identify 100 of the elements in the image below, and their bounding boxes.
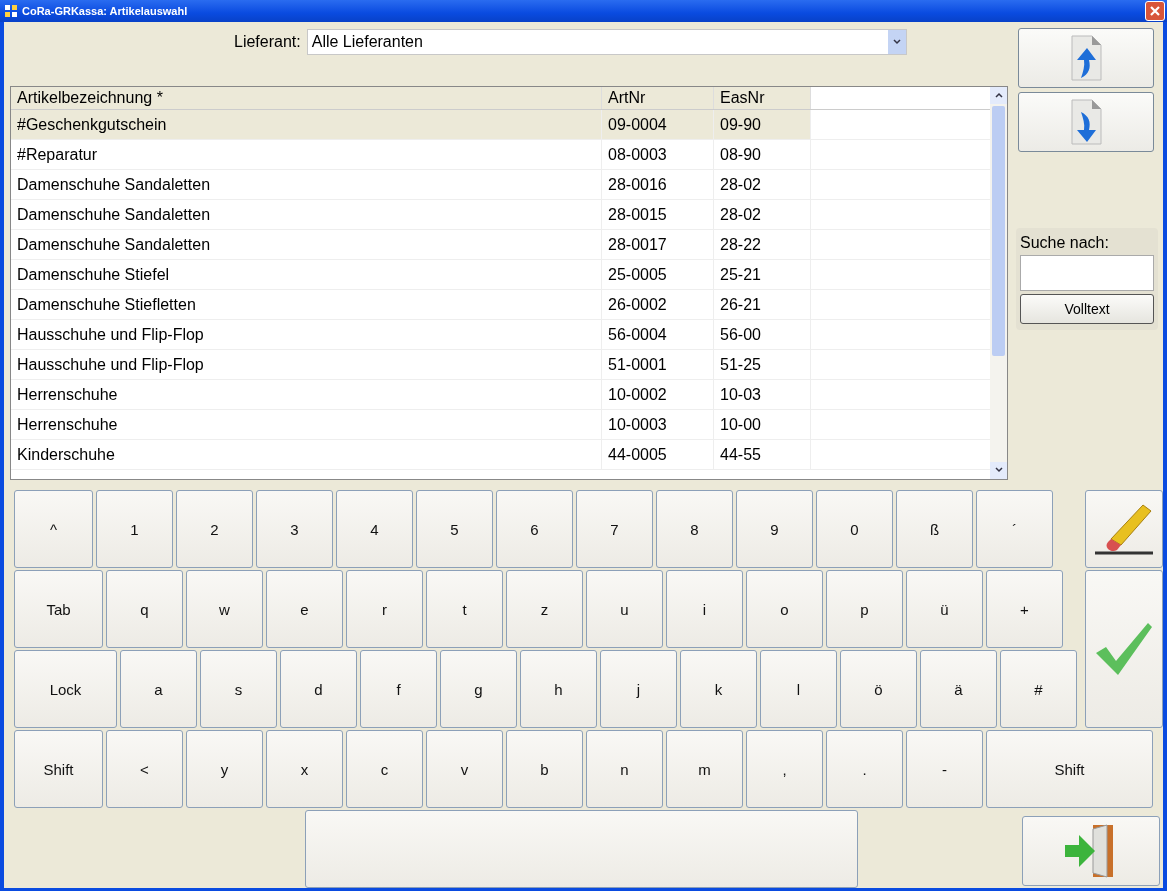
- table-cell: #Reparatur: [11, 139, 602, 169]
- keyboard-key[interactable]: 5: [416, 490, 493, 568]
- scroll-thumb[interactable]: [992, 105, 1005, 356]
- keyboard-key[interactable]: <: [106, 730, 183, 808]
- keyboard-key[interactable]: r: [346, 570, 423, 648]
- close-icon: [1149, 4, 1161, 17]
- scrollbar[interactable]: [990, 86, 1007, 479]
- keyboard-key[interactable]: 8: [656, 490, 733, 568]
- table-cell: Kinderschuhe: [11, 439, 602, 469]
- table-row[interactable]: Damenschuhe Stiefel 25-0005 25-21: [11, 259, 990, 290]
- keyboard-key[interactable]: Shift: [986, 730, 1153, 808]
- table-cell: Hausschuhe und Flip-Flop: [11, 349, 602, 379]
- keyboard-key[interactable]: u: [586, 570, 663, 648]
- keyboard-key[interactable]: m: [666, 730, 743, 808]
- keyboard-key[interactable]: b: [506, 730, 583, 808]
- table-cell: #Geschenkgutschein: [11, 109, 602, 139]
- keyboard-key[interactable]: x: [266, 730, 343, 808]
- table-row[interactable]: Herrenschuhe 10-0003 10-00: [11, 409, 990, 440]
- search-label: Suche nach:: [1020, 233, 1110, 252]
- page-down-button[interactable]: [1018, 91, 1154, 152]
- keyboard-key[interactable]: ö: [840, 650, 917, 728]
- keyboard-key[interactable]: ^: [14, 490, 93, 568]
- exit-button[interactable]: [1022, 816, 1160, 886]
- table-cell: 25-0005: [602, 259, 714, 289]
- table-row[interactable]: Damenschuhe Sandaletten 28-0017 28-22: [11, 229, 990, 260]
- keyboard-key[interactable]: -: [906, 730, 983, 808]
- table-row[interactable]: Damenschuhe Stiefletten 26-0002 26-21: [11, 289, 990, 320]
- keyboard-key[interactable]: +: [986, 570, 1063, 648]
- keyboard-key[interactable]: ü: [906, 570, 983, 648]
- table-cell: Damenschuhe Sandaletten: [11, 169, 602, 199]
- keyboard-key[interactable]: v: [426, 730, 503, 808]
- table-cell: 26-0002: [602, 289, 714, 319]
- keyboard-key[interactable]: a: [120, 650, 197, 728]
- table-row[interactable]: Damenschuhe Sandaletten 28-0016 28-02: [11, 169, 990, 200]
- table-row[interactable]: #Geschenkgutschein 09-0004 09-90: [11, 109, 990, 140]
- column-header[interactable]: ArtNr: [602, 86, 714, 109]
- table-row[interactable]: Damenschuhe Sandaletten 28-0015 28-02: [11, 199, 990, 230]
- table-cell: 28-0015: [602, 199, 714, 229]
- close-button[interactable]: [1145, 0, 1165, 21]
- keyboard-key[interactable]: w: [186, 570, 263, 648]
- column-header[interactable]: Artikelbezeichnung *: [11, 86, 602, 109]
- keyboard-key[interactable]: d: [280, 650, 357, 728]
- app-logo-icon: [4, 3, 18, 18]
- keyboard-key[interactable]: 3: [256, 490, 333, 568]
- keyboard-key[interactable]: c: [346, 730, 423, 808]
- dropdown-caret-icon[interactable]: [887, 29, 906, 54]
- keyboard-key[interactable]: g: [440, 650, 517, 728]
- keyboard-key[interactable]: 2: [176, 490, 253, 568]
- keyboard-key[interactable]: ´: [976, 490, 1053, 568]
- spacebar-key[interactable]: [305, 810, 858, 888]
- table-cell: Herrenschuhe: [11, 379, 602, 409]
- supplier-label: Lieferant:: [234, 32, 301, 51]
- table-row[interactable]: Hausschuhe und Flip-Flop 56-0004 56-00: [11, 319, 990, 350]
- table-cell: 08-0003: [602, 139, 714, 169]
- keyboard-key[interactable]: ä: [920, 650, 997, 728]
- keyboard-key[interactable]: k: [680, 650, 757, 728]
- keyboard-key[interactable]: ß: [896, 490, 973, 568]
- keyboard-key[interactable]: t: [426, 570, 503, 648]
- keyboard-key[interactable]: 9: [736, 490, 813, 568]
- keyboard-key[interactable]: h: [520, 650, 597, 728]
- scroll-down-icon[interactable]: [990, 461, 1007, 479]
- table-cell: Damenschuhe Sandaletten: [11, 199, 602, 229]
- keyboard-key[interactable]: q: [106, 570, 183, 648]
- keyboard-key[interactable]: e: [266, 570, 343, 648]
- keyboard-key[interactable]: y: [186, 730, 263, 808]
- table-row[interactable]: Herrenschuhe 10-0002 10-03: [11, 379, 990, 410]
- keyboard-key[interactable]: f: [360, 650, 437, 728]
- keyboard-key[interactable]: 7: [576, 490, 653, 568]
- table-row[interactable]: Hausschuhe und Flip-Flop 51-0001 51-25: [11, 349, 990, 380]
- table-cell: Damenschuhe Stiefel: [11, 259, 602, 289]
- keyboard-key[interactable]: 6: [496, 490, 573, 568]
- keyboard-key[interactable]: ,: [746, 730, 823, 808]
- table-cell: Hausschuhe und Flip-Flop: [11, 319, 602, 349]
- keyboard-key[interactable]: z: [506, 570, 583, 648]
- keyboard-key[interactable]: p: [826, 570, 903, 648]
- keyboard-key[interactable]: l: [760, 650, 837, 728]
- table-row[interactable]: #Reparatur 08-0003 08-90: [11, 139, 990, 170]
- keyboard-key[interactable]: Lock: [14, 650, 117, 728]
- keyboard-key[interactable]: s: [200, 650, 277, 728]
- fulltext-button[interactable]: Volltext: [1020, 293, 1154, 324]
- keyboard-key[interactable]: Shift: [14, 730, 103, 808]
- search-field[interactable]: [1020, 254, 1154, 291]
- eraser-button[interactable]: [1085, 490, 1163, 568]
- keyboard-key[interactable]: j: [600, 650, 677, 728]
- keyboard-key[interactable]: Tab: [14, 570, 103, 648]
- keyboard-key[interactable]: 4: [336, 490, 413, 568]
- keyboard-key[interactable]: 1: [96, 490, 173, 568]
- scroll-up-icon[interactable]: [990, 86, 1007, 104]
- confirm-button[interactable]: [1085, 570, 1163, 728]
- keyboard-key[interactable]: i: [666, 570, 743, 648]
- supplier-dropdown[interactable]: Alle Lieferanten: [306, 28, 907, 55]
- keyboard-key[interactable]: #: [1000, 650, 1077, 728]
- table-cell: 09-0004: [602, 109, 714, 139]
- keyboard-key[interactable]: o: [746, 570, 823, 648]
- keyboard-key[interactable]: .: [826, 730, 903, 808]
- table-row[interactable]: Kinderschuhe 44-0005 44-55: [11, 439, 990, 470]
- table-cell: 51-0001: [602, 349, 714, 379]
- page-up-button[interactable]: [1018, 27, 1154, 88]
- keyboard-key[interactable]: n: [586, 730, 663, 808]
- keyboard-key[interactable]: 0: [816, 490, 893, 568]
